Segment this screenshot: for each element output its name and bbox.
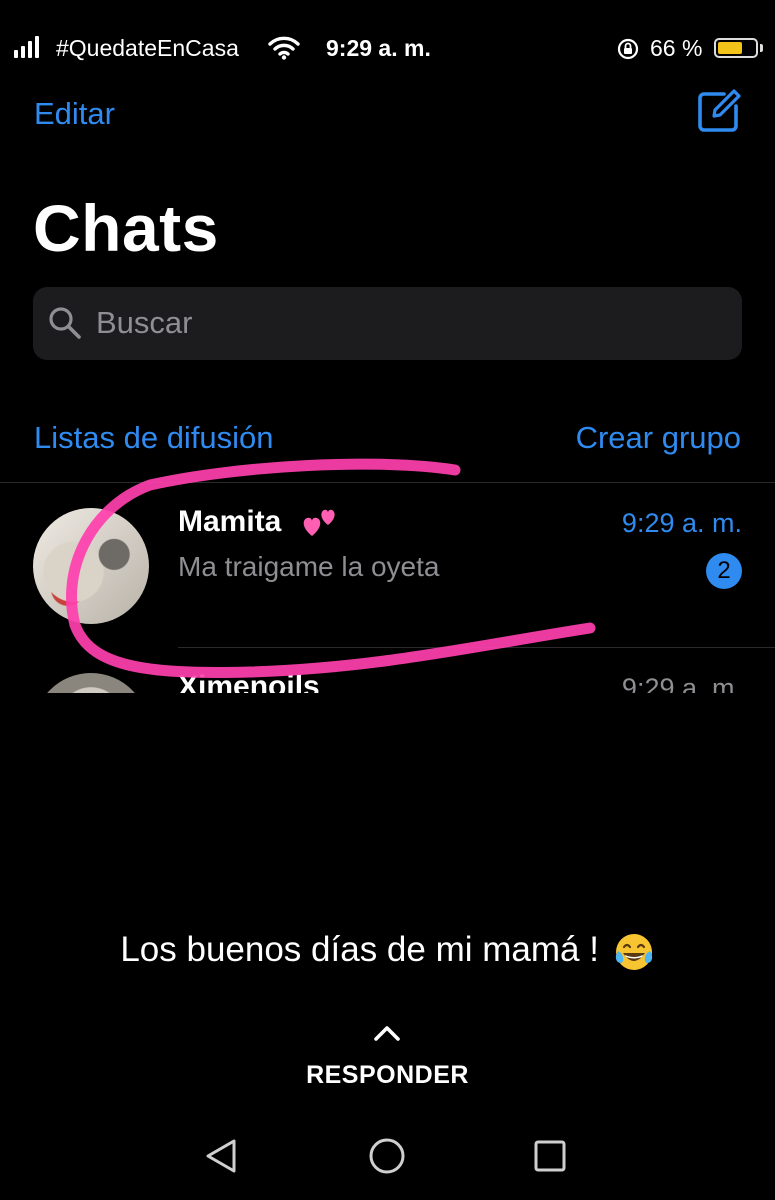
battery-icon [714, 38, 758, 58]
status-bar: #QuedateEnCasa 9:29 a. m. 66 % [0, 30, 775, 66]
story-caption-text: Los buenos días de mi mamá ! [120, 930, 599, 969]
carrier-label: #QuedateEnCasa [56, 35, 239, 61]
battery-percent: 66 % [650, 35, 703, 61]
edit-button[interactable]: Editar [34, 96, 115, 132]
home-icon[interactable] [368, 1137, 406, 1175]
page-title: Chats [33, 191, 219, 265]
recent-apps-icon[interactable] [533, 1139, 567, 1173]
highlight-scribble [66, 458, 596, 678]
battery-tip [760, 44, 763, 52]
chevron-up-icon[interactable] [372, 1024, 402, 1042]
search-bar[interactable]: Buscar [33, 287, 742, 360]
rotation-lock-icon [617, 38, 639, 60]
tears-of-joy-icon [615, 933, 652, 970]
signal-icon [14, 36, 39, 58]
reply-button[interactable]: RESPONDER [0, 1061, 775, 1090]
compose-icon[interactable] [696, 88, 742, 134]
back-icon[interactable] [203, 1137, 239, 1175]
search-icon [49, 307, 81, 339]
wifi-icon [268, 36, 300, 60]
clock: 9:29 a. m. [326, 35, 431, 61]
search-input[interactable]: Buscar [96, 305, 192, 341]
story-caption: Los buenos días de mi mamá ! [0, 930, 775, 973]
battery-level-fill [718, 42, 742, 54]
